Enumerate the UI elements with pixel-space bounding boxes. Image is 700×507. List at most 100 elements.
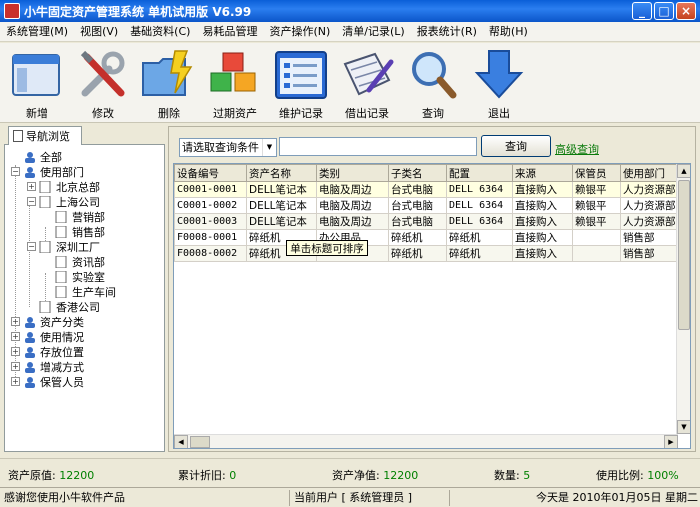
dropdown-arrow-icon[interactable]: ▼ xyxy=(262,138,276,156)
tree-node-category[interactable]: + 资产分类 xyxy=(11,314,84,329)
menu-lists[interactable]: 清单/记录(L) xyxy=(336,23,410,41)
tree-node-hongkong[interactable]: 香港公司 xyxy=(39,299,100,314)
lend-records-button[interactable]: 借出记录 xyxy=(334,43,400,123)
minimize-button[interactable]: _ xyxy=(632,2,652,20)
folder-lightning-icon xyxy=(141,47,197,103)
column-header-name[interactable]: 资产名称 xyxy=(246,164,317,182)
table-row[interactable]: F0008-0001 碎纸机 办公用品 碎纸机 碎纸机 直接购入 销售部 xyxy=(174,229,685,246)
doc-icon xyxy=(55,285,69,298)
group-icon xyxy=(23,376,37,388)
status-thanks: 感谢您使用小牛软件产品 xyxy=(0,490,290,506)
people-icon xyxy=(23,151,37,163)
table-row[interactable]: F0008-0002 碎纸机 碎纸机 碎纸机 直接购入 销售部 xyxy=(174,245,685,262)
doc-icon xyxy=(39,195,53,208)
delete-button[interactable]: 删除 xyxy=(136,43,202,123)
tree-node-sales2[interactable]: 销售部 xyxy=(55,224,105,239)
scroll-down-icon[interactable]: ▼ xyxy=(677,420,690,434)
collapse-icon[interactable]: − xyxy=(27,197,36,206)
exit-button[interactable]: 退出 xyxy=(466,43,532,123)
cubes-icon xyxy=(207,47,263,103)
group-icon xyxy=(23,331,37,343)
expand-icon[interactable]: + xyxy=(11,362,20,371)
menu-asset-ops[interactable]: 资产操作(N) xyxy=(263,23,336,41)
app-icon xyxy=(4,3,20,19)
new-button[interactable]: 新增 xyxy=(4,43,70,123)
edit-button[interactable]: 修改 xyxy=(70,43,136,123)
tree-node-keeper[interactable]: + 保管人员 xyxy=(11,374,84,389)
scroll-right-icon[interactable]: ▶ xyxy=(664,435,678,448)
query-button[interactable]: 查询 xyxy=(481,135,551,157)
column-header-dept[interactable]: 使用部门 xyxy=(620,164,685,182)
menu-help[interactable]: 帮助(H) xyxy=(483,23,534,41)
tab-nav-browse[interactable]: 导航浏览 xyxy=(8,126,82,145)
collapse-icon[interactable]: − xyxy=(27,242,36,251)
column-header-source[interactable]: 来源 xyxy=(512,164,573,182)
usage-ratio: 使用比例: 100% xyxy=(596,469,679,482)
group-icon xyxy=(23,316,37,328)
table-row[interactable]: C0001-0001 DELL笔记本 电脑及周边 台式电脑 DELL 6364 … xyxy=(174,181,685,198)
column-header-keeper[interactable]: 保管员 xyxy=(572,164,621,182)
horizontal-scrollbar[interactable]: ◀ ▶ xyxy=(174,434,678,448)
tree-node-workshop[interactable]: 生产车间 xyxy=(55,284,116,299)
status-bar: 感谢您使用小牛软件产品 当前用户 [ 系统管理员 ] 今天是 2010年01月0… xyxy=(0,487,700,507)
tree-node-dept[interactable]: − 使用部门 xyxy=(11,164,84,179)
doc-icon xyxy=(55,270,69,283)
tree-node-sales1[interactable]: 营销部 xyxy=(55,209,105,224)
tree-node-location[interactable]: + 存放位置 xyxy=(11,344,84,359)
tree-node-shenzhen[interactable]: − 深圳工厂 xyxy=(27,239,100,254)
tree-node-shanghai[interactable]: − 上海公司 xyxy=(27,194,100,209)
title-bar: 小牛固定资产管理系统 单机试用版 V6.99 _ □ × xyxy=(0,0,700,22)
maintenance-records-button[interactable]: 维护记录 xyxy=(268,43,334,123)
expand-icon[interactable]: + xyxy=(11,332,20,341)
menu-basic-data[interactable]: 基础资料(C) xyxy=(124,23,196,41)
magnifier-icon xyxy=(405,47,461,103)
query-button-toolbar[interactable]: 查询 xyxy=(400,43,466,123)
menu-system[interactable]: 系统管理(M) xyxy=(0,23,74,41)
nav-panel: 导航浏览 全部 − 使用部门 + 北京总部 − 上海公司 营销部 销售部 − 深… xyxy=(4,126,165,452)
column-header-subcategory[interactable]: 子类名 xyxy=(388,164,447,182)
expand-icon[interactable]: + xyxy=(27,182,36,191)
table-row[interactable]: C0001-0003 DELL笔记本 电脑及周边 台式电脑 DELL 6364 … xyxy=(174,213,685,230)
column-header-id[interactable]: 设备编号 xyxy=(174,164,247,182)
expand-icon[interactable]: + xyxy=(11,377,20,386)
doc-icon xyxy=(39,180,53,193)
close-button[interactable]: × xyxy=(676,2,696,20)
scroll-left-icon[interactable]: ◀ xyxy=(174,435,188,448)
summary-bar: 资产原值: 12200 累计折旧: 0 资产净值: 12200 数量: 5 使用… xyxy=(0,458,700,486)
menu-bar: 系统管理(M) 视图(V) 基础资料(C) 易耗品管理 资产操作(N) 清单/记… xyxy=(0,22,700,42)
toolbar: 新增 修改 删除 过期资产 维护记录 借出记录 查询 退出 xyxy=(0,43,700,123)
collapse-icon[interactable]: − xyxy=(11,167,20,176)
status-date: 今天是 2010年01月05日 星期二 xyxy=(536,491,698,504)
maximize-button[interactable]: □ xyxy=(654,2,674,20)
sort-tooltip: 单击标题可排序 xyxy=(286,240,368,256)
expand-icon[interactable]: + xyxy=(11,347,20,356)
vertical-scrollbar[interactable]: ▲ ▼ xyxy=(676,164,690,434)
query-input[interactable] xyxy=(279,137,477,156)
menu-view[interactable]: 视图(V) xyxy=(74,23,124,41)
hscroll-thumb[interactable] xyxy=(190,436,210,448)
tree-node-beijing[interactable]: + 北京总部 xyxy=(27,179,100,194)
expand-icon[interactable]: + xyxy=(11,317,20,326)
query-condition-select[interactable]: 请选取查询条件 ▼ xyxy=(179,137,277,157)
doc-icon xyxy=(55,225,69,238)
expired-assets-button[interactable]: 过期资产 xyxy=(202,43,268,123)
advanced-query-link[interactable]: 高级查询 xyxy=(555,141,599,157)
tree-node-change[interactable]: + 增减方式 xyxy=(11,359,84,374)
menu-consumables[interactable]: 易耗品管理 xyxy=(196,23,263,41)
tree-node-usage[interactable]: + 使用情况 xyxy=(11,329,84,344)
menu-reports[interactable]: 报表统计(R) xyxy=(411,23,483,41)
tree-node-all[interactable]: 全部 xyxy=(23,149,62,164)
column-header-category[interactable]: 类别 xyxy=(316,164,389,182)
table-row[interactable]: C0001-0002 DELL笔记本 电脑及周边 台式电脑 DELL 6364 … xyxy=(174,197,685,214)
asset-net-value: 资产净值: 12200 xyxy=(332,469,419,482)
scroll-thumb[interactable] xyxy=(678,180,690,330)
nav-tree: 全部 − 使用部门 + 北京总部 − 上海公司 营销部 销售部 − 深圳工厂 资… xyxy=(4,144,165,452)
asset-grid: 设备编号 资产名称 类别 子类名 配置 来源 保管员 使用部门 C0001-00… xyxy=(173,163,691,449)
page-icon xyxy=(13,130,23,142)
group-icon xyxy=(23,361,37,373)
down-arrow-icon xyxy=(471,47,527,103)
scroll-up-icon[interactable]: ▲ xyxy=(677,164,690,178)
column-header-config[interactable]: 配置 xyxy=(446,164,513,182)
tree-node-lab[interactable]: 实验室 xyxy=(55,269,105,284)
tree-node-info[interactable]: 资讯部 xyxy=(55,254,105,269)
